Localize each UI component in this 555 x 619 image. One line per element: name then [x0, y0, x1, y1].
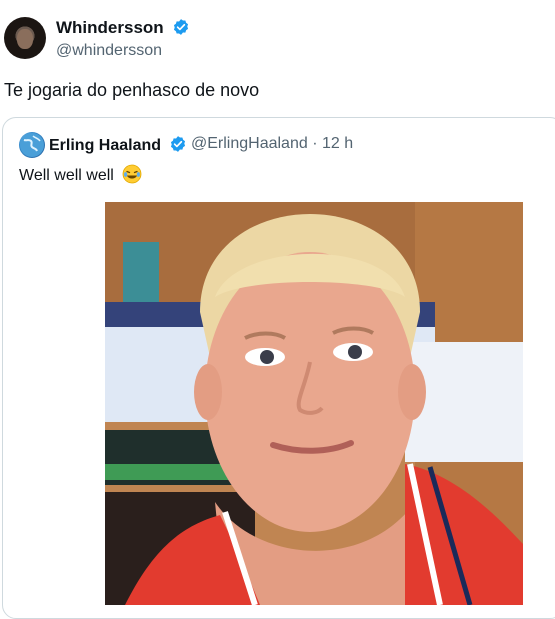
tears-of-joy-emoji-icon: [122, 164, 142, 184]
meta-separator: ·: [312, 135, 318, 152]
quoted-text: Well well well: [19, 167, 114, 184]
quoted-author-name[interactable]: Erling Haaland: [49, 135, 187, 155]
quoted-timestamp[interactable]: 12 h: [322, 135, 353, 152]
tweet-text: Te jogaria do penhasco de novo: [4, 80, 260, 100]
quoted-tweet[interactable]: Erling Haaland @ErlingHaaland · 12 h Wel…: [2, 117, 555, 619]
quoted-meta: @ErlingHaaland · 12 h: [191, 135, 353, 153]
verified-badge-icon: [171, 136, 186, 152]
avatar-face: [17, 29, 33, 49]
author-handle[interactable]: @whindersson: [56, 42, 162, 60]
quoted-tweet-text: Well well well: [19, 164, 142, 185]
author-name[interactable]: Whindersson: [56, 18, 190, 38]
quoted-author-handle[interactable]: @ErlingHaaland: [191, 135, 308, 152]
selfie-illustration: [105, 202, 523, 605]
verified-badge-icon: [174, 19, 189, 35]
quoted-author-name-text: Erling Haaland: [49, 137, 162, 154]
avatar[interactable]: [4, 17, 46, 59]
quoted-avatar[interactable]: [19, 132, 45, 158]
author-name-text: Whindersson: [56, 18, 164, 37]
globe-avatar-icon: [20, 133, 44, 157]
selfie-photo[interactable]: [105, 202, 523, 605]
